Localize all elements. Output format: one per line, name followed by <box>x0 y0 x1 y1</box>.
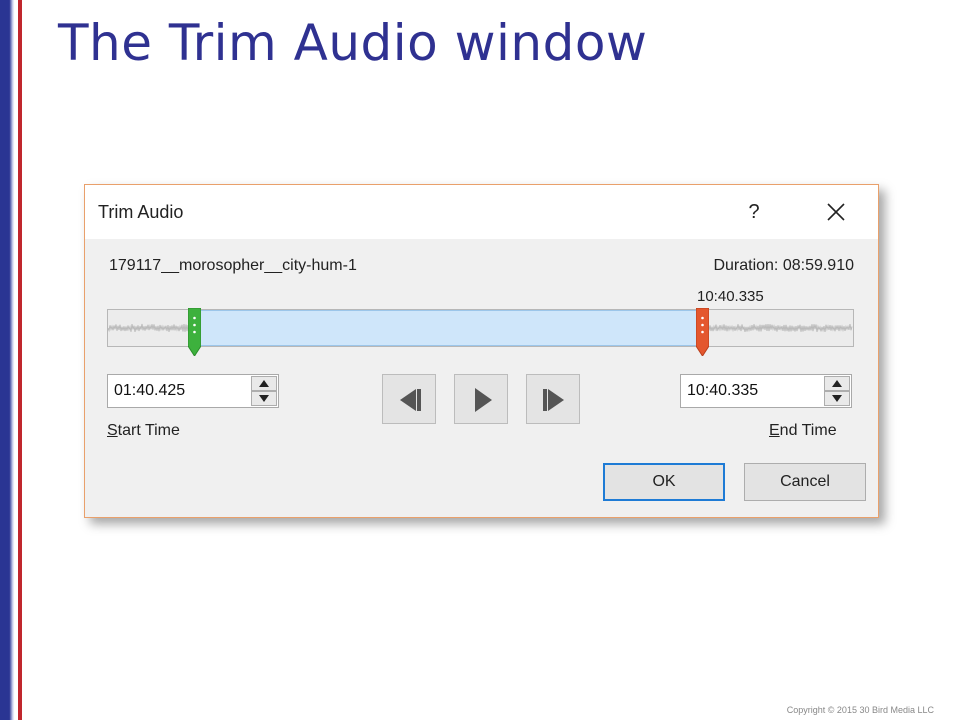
trim-selection <box>194 310 699 346</box>
cancel-button[interactable]: Cancel <box>744 463 866 501</box>
start-time-spin-down[interactable] <box>251 391 277 406</box>
audio-timeline[interactable] <box>107 307 854 357</box>
close-button[interactable] <box>822 198 850 226</box>
previous-frame-button[interactable] <box>382 374 436 424</box>
start-time-input[interactable] <box>108 375 260 407</box>
next-frame-icon <box>543 389 564 411</box>
dialog-title-bar: Trim Audio ? <box>85 185 878 239</box>
audio-file-name: 179117__morosopher__city-hum-1 <box>109 257 357 274</box>
play-button[interactable] <box>454 374 508 424</box>
start-time-field <box>107 374 279 408</box>
help-button[interactable]: ? <box>740 198 768 226</box>
close-icon <box>827 203 845 221</box>
start-time-label: Start Time <box>107 422 180 439</box>
arrow-up-icon <box>832 380 842 387</box>
end-time-field <box>680 374 852 408</box>
duration-readout: Duration: 08:59.910 <box>713 257 854 274</box>
left-accent-stripe <box>18 0 22 720</box>
dialog-title: Trim Audio <box>98 202 184 222</box>
end-time-spin-down[interactable] <box>824 391 850 406</box>
ok-button[interactable]: OK <box>603 463 725 501</box>
end-marker-time: 10:40.335 <box>697 288 764 305</box>
play-icon <box>475 388 492 412</box>
start-trim-handle[interactable] <box>187 307 202 357</box>
next-frame-button[interactable] <box>526 374 580 424</box>
slide-title: The Trim Audio window <box>58 14 648 72</box>
arrow-up-icon <box>259 380 269 387</box>
arrow-down-icon <box>259 395 269 402</box>
start-time-spin-up[interactable] <box>251 376 277 391</box>
end-time-label: End Time <box>769 422 837 439</box>
end-time-spin-up[interactable] <box>824 376 850 391</box>
arrow-down-icon <box>832 395 842 402</box>
end-trim-handle[interactable] <box>695 307 710 357</box>
end-time-input[interactable] <box>681 375 833 407</box>
previous-frame-icon <box>400 389 421 411</box>
copyright-notice: Copyright © 2015 30 Bird Media LLC <box>786 705 934 715</box>
trim-audio-dialog: Trim Audio ? 179117__morosopher__city-hu… <box>84 184 879 518</box>
left-accent-bar <box>0 0 17 720</box>
